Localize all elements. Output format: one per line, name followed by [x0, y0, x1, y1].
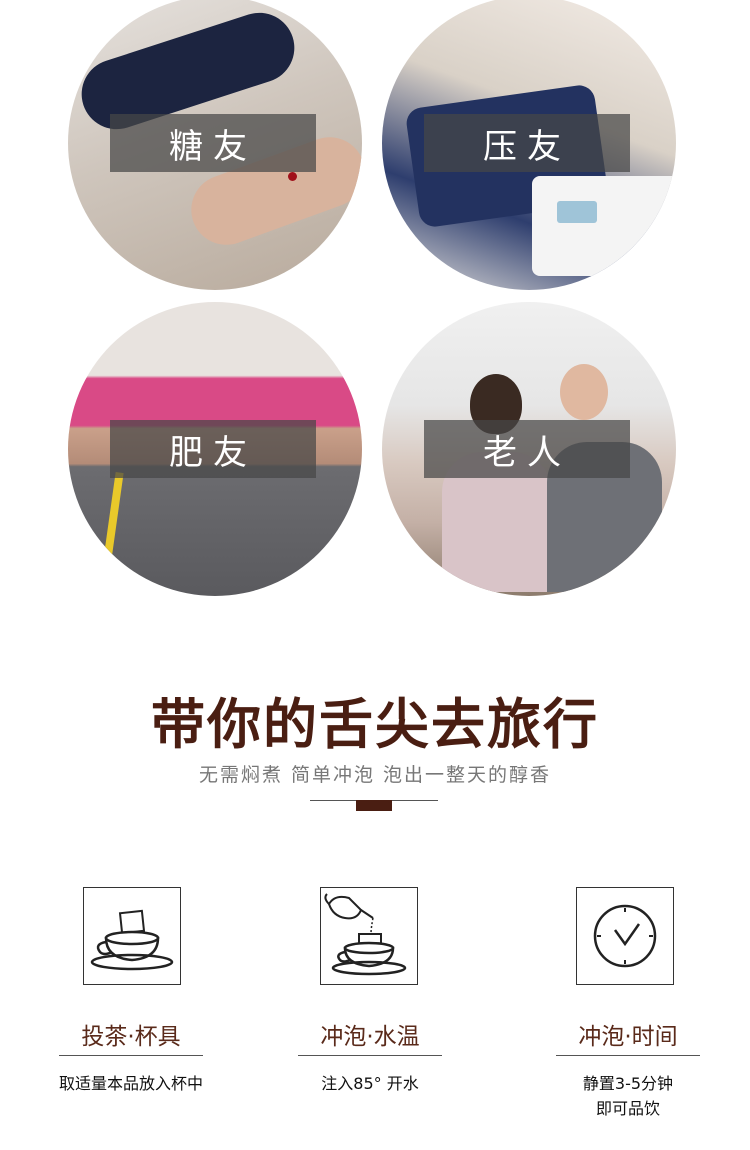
audience-photo-diabetic: 糖友: [68, 0, 362, 290]
audience-label-hypertension: 压友: [483, 126, 571, 167]
title-divider-mark: [356, 800, 392, 811]
step-brew-time-rule: [556, 1055, 700, 1056]
page-subtitle: 无需焖煮 简单冲泡 泡出一整天的醇香: [198, 764, 552, 786]
step-add-tea-title: 投茶·杯具: [81, 1024, 181, 1050]
audience-label-obese: 肥友: [169, 432, 257, 473]
step-brew-water-rule: [298, 1055, 442, 1056]
step-brew-water-title: 冲泡·水温: [320, 1024, 420, 1050]
audience-photo-elderly: 老人: [382, 302, 676, 596]
audience-label-elderly: 老人: [483, 432, 571, 473]
audience-label-obese-box: 肥友: [110, 420, 316, 478]
audience-label-diabetic: 糖友: [169, 126, 257, 167]
teapot-pour-icon: [320, 887, 418, 985]
step-brew-time-desc-line1: 静置3-5分钟: [582, 1074, 674, 1093]
audience-photo-obese: 肥友: [68, 302, 362, 596]
clock-icon: [576, 887, 674, 985]
audience-label-hypertension-box: 压友: [424, 114, 630, 172]
step-add-tea-rule: [59, 1055, 203, 1056]
audience-label-diabetic-box: 糖友: [110, 114, 316, 172]
step-brew-time-title: 冲泡·时间: [578, 1024, 678, 1050]
step-brew-water-desc: 注入85° 开水: [321, 1074, 419, 1093]
audience-label-elderly-box: 老人: [424, 420, 630, 478]
audience-photo-hypertension: 压友: [382, 0, 676, 290]
tea-cup-icon: [83, 887, 181, 985]
step-add-tea-desc: 取适量本品放入杯中: [58, 1074, 203, 1093]
step-brew-time-desc-line2: 即可品饮: [595, 1099, 660, 1118]
page-title: 带你的舌尖去旅行: [151, 692, 599, 756]
step-brew-time-desc: 静置3-5分钟 即可品饮: [508, 1071, 748, 1121]
